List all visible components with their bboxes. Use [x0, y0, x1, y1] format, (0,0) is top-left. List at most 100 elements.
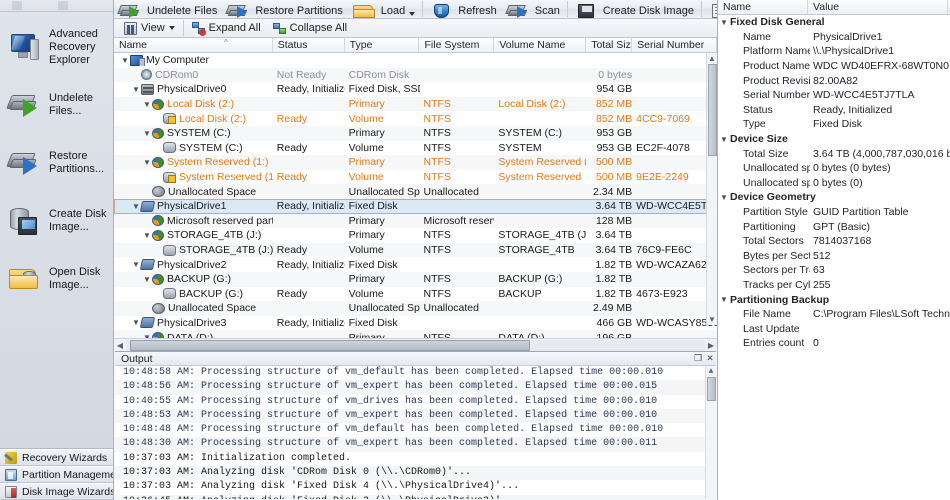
table-row[interactable]: ▼BACKUP (G:)Ready Volume NTFS BACKUP 1.82 TB… [114, 287, 717, 302]
tree-column-header-volume-name[interactable]: Volume Name [494, 38, 587, 52]
property-row[interactable]: Bytes per Sector512 [718, 249, 950, 264]
chevron-down-icon[interactable]: ▼ [142, 100, 152, 109]
property-row[interactable]: Total Size 3.64 TB (4,000,787,030,016 byt… [718, 146, 950, 161]
chevron-down-icon[interactable]: ▼ [718, 18, 730, 27]
view-toolbar-view[interactable]: View [118, 20, 181, 37]
property-row[interactable]: Product Revision82.00A82 [718, 73, 950, 88]
tree-horizontal-scrollbar[interactable]: ◀ ▶ [114, 338, 717, 351]
property-row[interactable]: Platform Name \\.\PhysicalDrive1 [718, 44, 950, 59]
table-row[interactable]: ▼ Local Disk (2:) Primary NTFS Local Disk (2… [114, 96, 717, 112]
tree-column-header-total-size[interactable]: Total Size [586, 38, 633, 52]
output-restore-down-button[interactable]: ❐ [692, 353, 704, 364]
property-row[interactable]: Status Ready, Initialized [718, 103, 950, 118]
tree-column-header-name[interactable]: Name [114, 38, 273, 52]
table-row[interactable]: ▼ My Computer [114, 53, 717, 68]
table-row[interactable]: ▼ PhysicalDrive0 Ready, InitializedFixed D… [114, 82, 717, 97]
scroll-down-icon[interactable]: ▼ [707, 314, 717, 325]
disk-tree-rows[interactable]: ▼My Computer▼CDRom0Not ReadyCDRom Disk0 … [114, 53, 717, 338]
toolbar-button-open-in-disk-editor[interactable]: Open in Disk Editor [704, 0, 717, 18]
chevron-down-icon[interactable]: ▼ [142, 129, 152, 138]
table-row[interactable]: ▼CDRom0Not Ready CDRom Disk 0 bytes [114, 67, 717, 83]
property-row[interactable]: Sectors per Track63 [718, 263, 950, 278]
toolbar-button-create-disk-image[interactable]: Create Disk Image [570, 0, 699, 18]
property-row[interactable]: Entries count 0 [718, 336, 950, 351]
chevron-down-icon[interactable]: ▼ [718, 135, 730, 144]
property-row[interactable]: Last Update [718, 321, 950, 336]
scroll-right-icon[interactable]: ▶ [705, 341, 717, 350]
table-row[interactable]: ▼PhysicalDrive1Ready, InitializedFixed D… [114, 198, 717, 214]
wizard-button-recovery-wizards[interactable]: Recovery Wizards [0, 449, 113, 466]
property-group-row[interactable]: ▼ Device Geometry [718, 190, 950, 205]
table-row[interactable]: ▼ STORAGE_4TB (J:) Primary NTFS STORAGE_4TB … [114, 228, 717, 243]
table-row[interactable]: ▼ SYSTEM (C:) Primary NTFS SYSTEM (C:) 953 GB [114, 125, 717, 141]
tree-vertical-scrollbar[interactable]: ▲ ▼ [706, 53, 717, 325]
view-toolbar-expand-all[interactable]: Expand All [186, 20, 267, 37]
table-row[interactable]: ▼Local Disk (2:)Ready Volume NTFS 852 MB4CC… [114, 111, 717, 126]
chevron-down-icon[interactable] [409, 11, 416, 16]
chevron-down-icon[interactable]: ▼ [718, 193, 730, 202]
toolbar-button-restore-partitions[interactable]: Restore Partitions [222, 0, 347, 18]
property-row[interactable]: Serial Number WD-WCC4E5TJ7TLA [718, 88, 950, 103]
table-row[interactable]: ▼STORAGE_4TB (J:)Ready Volume NTFS STORAGE_… [114, 242, 717, 258]
output-scroll-up-icon[interactable]: ▲ [706, 366, 716, 377]
tree-column-header-file-system[interactable]: File System [419, 38, 495, 52]
table-row[interactable]: ▼ System Reserved (1:) Primary NTFS System R… [114, 155, 717, 170]
properties-rows[interactable]: ▼ Fixed Disk General Name PhysicalDrive1 Pla… [718, 15, 950, 500]
hscroll-thumb[interactable] [130, 339, 530, 351]
table-row[interactable]: ▼Microsoft reserved partition Primary Micr… [114, 213, 717, 229]
tree-column-header-status[interactable]: Status [273, 38, 345, 52]
output-vertical-scrollbar[interactable]: ▲ [705, 366, 716, 499]
property-row[interactable]: Tracks per Cylinder255 [718, 278, 950, 293]
tree-column-header-type[interactable]: Type [345, 38, 420, 52]
property-row[interactable]: Product Name WDC WD40EFRX-68WT0N0 [718, 59, 950, 74]
table-row[interactable]: ▼System Reserved (1:)Ready Volume NTFS Syst… [114, 170, 717, 185]
output-scroll-thumb[interactable] [707, 377, 716, 401]
property-group-row[interactable]: ▼ Device Size [718, 132, 950, 147]
property-group-row[interactable]: ▼ Fixed Disk General [718, 15, 950, 30]
chevron-down-icon[interactable]: ▼ [142, 231, 152, 240]
tree-column-header-serial-number[interactable]: Serial Number [632, 38, 717, 52]
toolbar-button-load[interactable]: Load [348, 0, 420, 18]
properties-column-header-name[interactable]: Name [718, 0, 808, 14]
sidebar-item-advanced-recovery-explorer[interactable]: Advanced Recovery Explorer [0, 18, 113, 76]
sidebar-item-undelete-files[interactable]: Undelete Files... [0, 76, 113, 134]
table-row[interactable]: ▼SYSTEM (C:)Ready Volume NTFS SYSTEM 953 GBE… [114, 141, 717, 156]
property-row[interactable]: Type Fixed Disk [718, 117, 950, 132]
sidebar-item-open-disk-image[interactable]: Open Disk Image... [0, 250, 113, 308]
wizard-button-disk-image-wizards[interactable]: Disk Image Wizards [0, 483, 113, 500]
property-row[interactable]: Total Sectors 7814037168 [718, 234, 950, 249]
chevron-down-icon[interactable]: ▼ [131, 85, 141, 94]
scroll-up-icon[interactable]: ▲ [707, 53, 717, 64]
table-row[interactable]: ▼PhysicalDrive3Ready, InitializedFixed D… [114, 316, 717, 331]
table-row[interactable]: ▼Unallocated SpaceUnallocated SpaceUnall… [114, 301, 717, 316]
table-row[interactable]: ▼ DATA (D:) Primary NTFS DATA (D:) 196 GB [114, 330, 717, 338]
chevron-down-icon[interactable]: ▼ [142, 158, 152, 167]
property-row[interactable]: Unallocated space0 bytes (0 bytes) [718, 161, 950, 176]
property-row[interactable]: Partitioning GPT (Basic) [718, 219, 950, 234]
table-row[interactable]: ▼PhysicalDrive2Ready, InitializedFixed D… [114, 257, 717, 272]
wizard-button-partition-management[interactable]: Partition Management [0, 466, 113, 483]
output-close-button[interactable]: ✕ [704, 353, 716, 364]
chevron-down-icon[interactable] [168, 26, 175, 30]
view-toolbar-collapse-all[interactable]: Collapse All [267, 20, 353, 37]
hscroll-track[interactable] [126, 339, 705, 351]
output-log-list[interactable]: 10:48:58 AM: Processing structure of vm_… [115, 366, 716, 499]
properties-column-header-value[interactable]: Value [808, 0, 948, 14]
sidebar-item-create-disk-image[interactable]: Create Disk Image... [0, 192, 113, 250]
chevron-down-icon[interactable]: ▼ [120, 56, 130, 65]
table-row[interactable]: ▼ BACKUP (G:) Primary NTFS BACKUP (G:) 1.82 T… [114, 271, 717, 287]
sidebar-item-restore-partitions[interactable]: Restore Partitions... [0, 134, 113, 192]
scroll-thumb[interactable] [708, 64, 717, 156]
property-row[interactable]: Partition Style GUID Partition Table [718, 205, 950, 220]
chevron-down-icon[interactable]: ▼ [718, 295, 730, 304]
table-row[interactable]: ▼Unallocated SpaceUnallocated SpaceUnall… [114, 184, 717, 199]
property-row[interactable]: Name PhysicalDrive1 [718, 30, 950, 45]
chevron-down-icon[interactable]: ▼ [142, 275, 152, 284]
property-row[interactable]: File Name C:\Program Files\LSoft Technolo… [718, 307, 950, 322]
toolbar-button-refresh[interactable]: Refresh [425, 0, 502, 18]
scroll-left-icon[interactable]: ◀ [114, 341, 126, 350]
toolbar-button-undelete-files[interactable]: Undelete Files [114, 0, 222, 18]
property-row[interactable]: Unallocated span0 bytes (0) [718, 176, 950, 191]
toolbar-button-scan[interactable]: Scan [502, 0, 565, 18]
property-group-row[interactable]: ▼ Partitioning Backup [718, 292, 950, 307]
